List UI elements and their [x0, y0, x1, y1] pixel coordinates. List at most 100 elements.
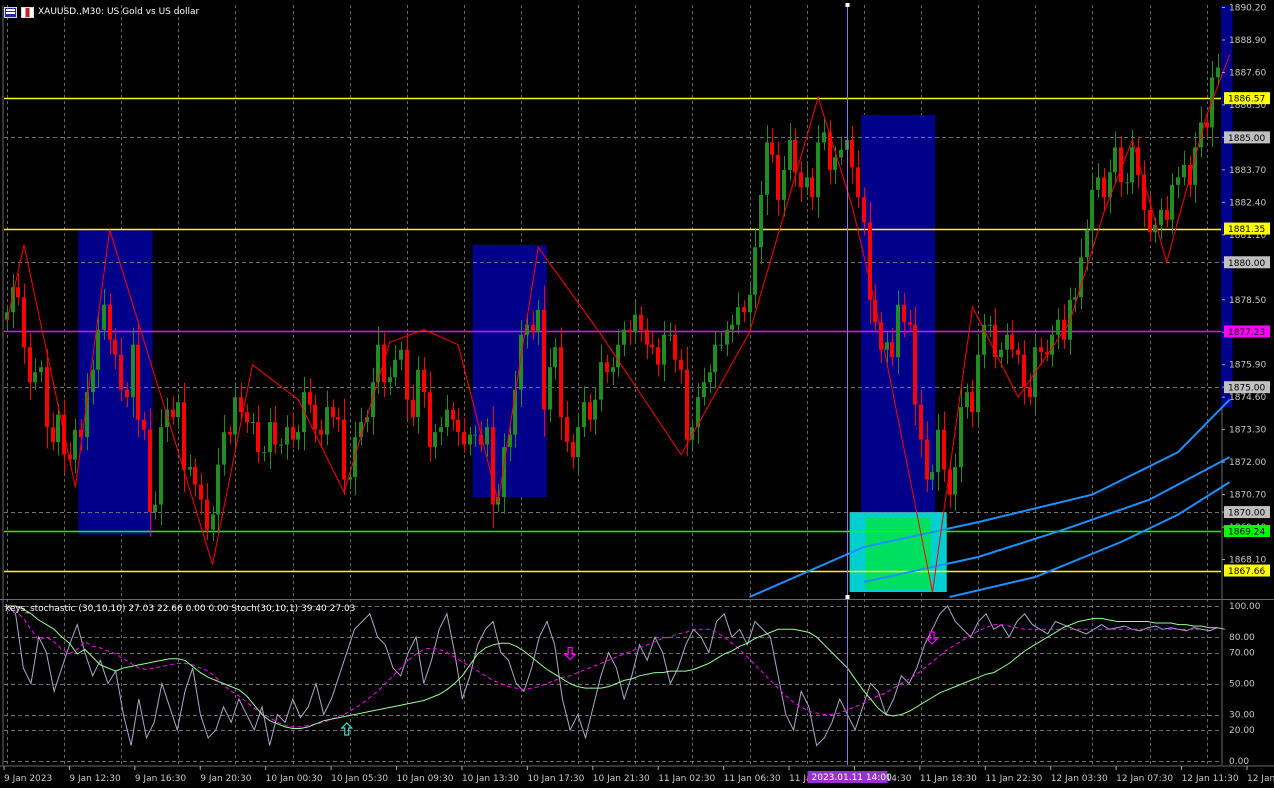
bear-candle — [491, 427, 495, 505]
bear-candle — [571, 442, 575, 458]
bear-candle — [565, 417, 569, 443]
bull-candle — [188, 467, 192, 470]
bear-candle — [239, 397, 243, 413]
bear-candle — [948, 469, 952, 495]
bear-candle — [51, 427, 55, 443]
bull-candle — [485, 427, 489, 445]
bull-candle — [999, 349, 1003, 358]
bull-candle — [399, 349, 403, 360]
bull-candle — [296, 432, 300, 440]
price-level-tag-label: 1880.00 — [1228, 259, 1265, 269]
bull-candle — [433, 432, 437, 448]
bear-candle — [1016, 349, 1020, 355]
bull-candle — [176, 402, 180, 418]
bull-candle — [599, 362, 603, 400]
bear-candle — [656, 347, 660, 365]
stoch-axis-label: 80.00 — [1229, 633, 1255, 643]
bear-candle — [16, 287, 20, 298]
bull-candle — [222, 432, 226, 465]
bear-candle — [890, 342, 894, 358]
bull-candle — [730, 324, 734, 330]
bull-candle — [553, 347, 557, 368]
bull-candle — [393, 359, 397, 378]
window-title-bar: XAUUSD.,M30: US Gold vs US dollar — [4, 5, 199, 19]
bear-candle — [182, 402, 186, 470]
bear-candle — [193, 467, 197, 485]
chart-canvas[interactable]: 1890.201888.901887.601886.301885.001883.… — [0, 0, 1274, 788]
stoch-axis-label: 100.00 — [1229, 602, 1261, 612]
bull-candle — [388, 377, 392, 383]
bear-candle — [228, 432, 232, 435]
bull-candle — [976, 354, 980, 413]
supply-zone — [472, 244, 547, 498]
time-tick-label: 12 Jan 03:30 — [1051, 774, 1108, 784]
bull-candle — [839, 149, 843, 158]
bull-candle — [1130, 147, 1134, 183]
price-level-tag-label: 1877.23 — [1228, 328, 1265, 338]
bear-candle — [313, 404, 317, 430]
stoch-axis-label: 30.00 — [1229, 711, 1255, 721]
bull-candle — [216, 464, 220, 515]
bear-candle — [45, 367, 49, 428]
bear-candle — [405, 349, 409, 400]
price-level-tag-label: 1869.24 — [1228, 528, 1265, 538]
bull-candle — [39, 367, 43, 373]
bull-candle — [1170, 184, 1174, 220]
bear-candle — [1165, 209, 1169, 220]
bear-candle — [28, 347, 32, 383]
time-tick-label: 10 Jan 00:30 — [266, 774, 323, 784]
bull-candle — [1096, 177, 1100, 190]
bull-candle — [702, 382, 706, 398]
stoch-axis-label: 0.00 — [1229, 757, 1249, 767]
time-tick-label: 11 Jan 22:30 — [985, 774, 1042, 784]
bear-candle — [902, 304, 906, 323]
bull-candle — [211, 514, 215, 530]
bear-candle — [142, 419, 146, 430]
bull-candle — [633, 314, 637, 333]
bull-candle — [896, 304, 900, 358]
bear-candle — [108, 304, 112, 340]
bull-candle — [1216, 67, 1220, 78]
bear-candle — [113, 339, 117, 355]
time-tick-label: 10 Jan 21:30 — [593, 774, 650, 784]
bear-candle — [291, 427, 295, 440]
bull-candle — [782, 169, 786, 200]
bear-candle — [199, 484, 203, 500]
bull-candle — [816, 142, 820, 198]
time-tick-label: 9 Jan 12:30 — [69, 774, 121, 784]
bear-candle — [650, 344, 654, 348]
bull-candle — [713, 344, 717, 373]
bear-candle — [456, 419, 460, 433]
bear-candle — [588, 402, 592, 420]
bull-candle — [279, 444, 283, 446]
sheet-icon[interactable] — [4, 6, 17, 18]
bear-candle — [1028, 387, 1032, 398]
time-tick-label: 12 Jan 15:30 — [1247, 774, 1274, 784]
bear-candle — [171, 409, 175, 418]
bear-candle — [336, 417, 340, 420]
price-level-tag-label: 1870.00 — [1228, 509, 1265, 519]
bull-candle — [91, 369, 95, 393]
bull-candle — [73, 429, 77, 460]
bear-candle — [908, 322, 912, 325]
bull-candle — [325, 407, 329, 435]
bull-candle — [708, 372, 712, 383]
bull-candle — [576, 427, 580, 458]
price-tick-label: 1878.50 — [1229, 296, 1266, 306]
price-tick-label: 1870.70 — [1229, 491, 1266, 501]
bull-candle — [519, 334, 523, 390]
time-tick-label: 12 Jan 11:30 — [1182, 774, 1239, 784]
flag-icon[interactable] — [21, 6, 34, 18]
price-tick-label: 1890.20 — [1229, 3, 1266, 13]
bull-candle — [725, 329, 729, 345]
bull-candle — [445, 409, 449, 428]
bear-candle — [856, 167, 860, 198]
price-tick-label: 1874.60 — [1229, 393, 1266, 403]
bull-candle — [1050, 334, 1054, 355]
bear-candle — [136, 344, 140, 420]
bull-candle — [1005, 334, 1009, 350]
bull-candle — [153, 504, 157, 513]
bull-candle — [668, 334, 672, 336]
bear-candle — [531, 324, 535, 333]
bull-candle — [822, 132, 826, 143]
